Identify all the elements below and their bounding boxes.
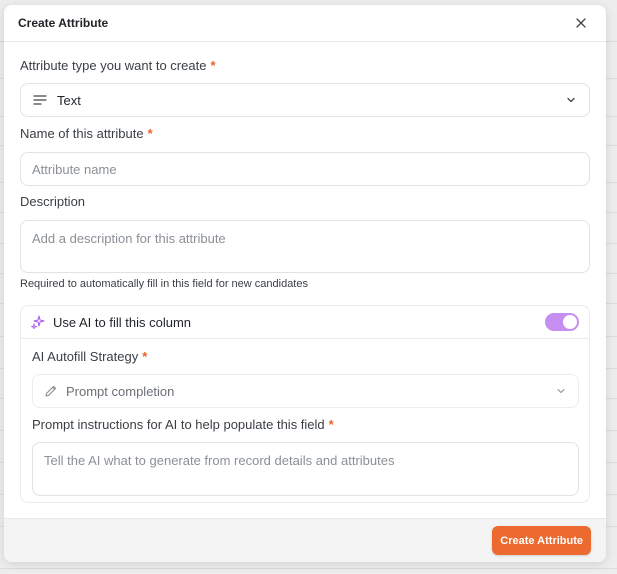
- attribute-type-label-text: Attribute type you want to create: [20, 58, 207, 73]
- ai-prompt-label-text: Prompt instructions for AI to help popul…: [32, 417, 325, 432]
- required-mark: *: [147, 126, 153, 141]
- close-icon: [576, 18, 586, 28]
- attribute-type-select[interactable]: Text: [20, 83, 590, 117]
- attribute-type-value: Text: [57, 92, 81, 108]
- modal-header: Create Attribute: [4, 5, 606, 42]
- attribute-type-label: Attribute type you want to create *: [20, 58, 216, 73]
- ai-fill-toggle[interactable]: [545, 313, 579, 331]
- chevron-down-icon: [557, 388, 565, 394]
- attribute-name-input[interactable]: [20, 152, 590, 186]
- modal-footer: Create Attribute: [4, 518, 606, 562]
- attribute-name-label-text: Name of this attribute: [20, 126, 144, 141]
- ai-strategy-select[interactable]: Prompt completion: [32, 374, 579, 408]
- pencil-icon: [45, 385, 57, 397]
- description-textarea[interactable]: [20, 220, 590, 273]
- ai-prompt-label: Prompt instructions for AI to help popul…: [32, 417, 334, 432]
- create-attribute-button[interactable]: Create Attribute: [492, 526, 591, 555]
- attribute-name-label: Name of this attribute *: [20, 126, 153, 141]
- text-lines-icon: [33, 95, 47, 105]
- chevron-down-icon: [567, 97, 575, 103]
- required-mark: *: [210, 58, 216, 73]
- modal-title: Create Attribute: [18, 16, 109, 30]
- ai-fill-label: Use AI to fill this column: [53, 314, 191, 330]
- description-label: Description: [20, 194, 86, 209]
- required-mark: *: [142, 349, 148, 364]
- required-mark: *: [328, 417, 334, 432]
- ai-fill-panel: Use AI to fill this column AI Autofill S…: [20, 305, 590, 503]
- ai-prompt-textarea[interactable]: [32, 442, 579, 496]
- description-hint: Required to automatically fill in this f…: [20, 278, 308, 290]
- close-button[interactable]: [570, 12, 592, 34]
- ai-strategy-label-text: AI Autofill Strategy: [32, 349, 139, 364]
- create-attribute-modal: Create Attribute Attribute type you want…: [4, 5, 606, 562]
- ai-strategy-label: AI Autofill Strategy *: [32, 349, 147, 364]
- ai-fill-header: Use AI to fill this column: [21, 306, 589, 339]
- ai-strategy-value: Prompt completion: [66, 383, 175, 399]
- toggle-knob: [563, 315, 577, 329]
- sparkles-icon: [31, 315, 45, 329]
